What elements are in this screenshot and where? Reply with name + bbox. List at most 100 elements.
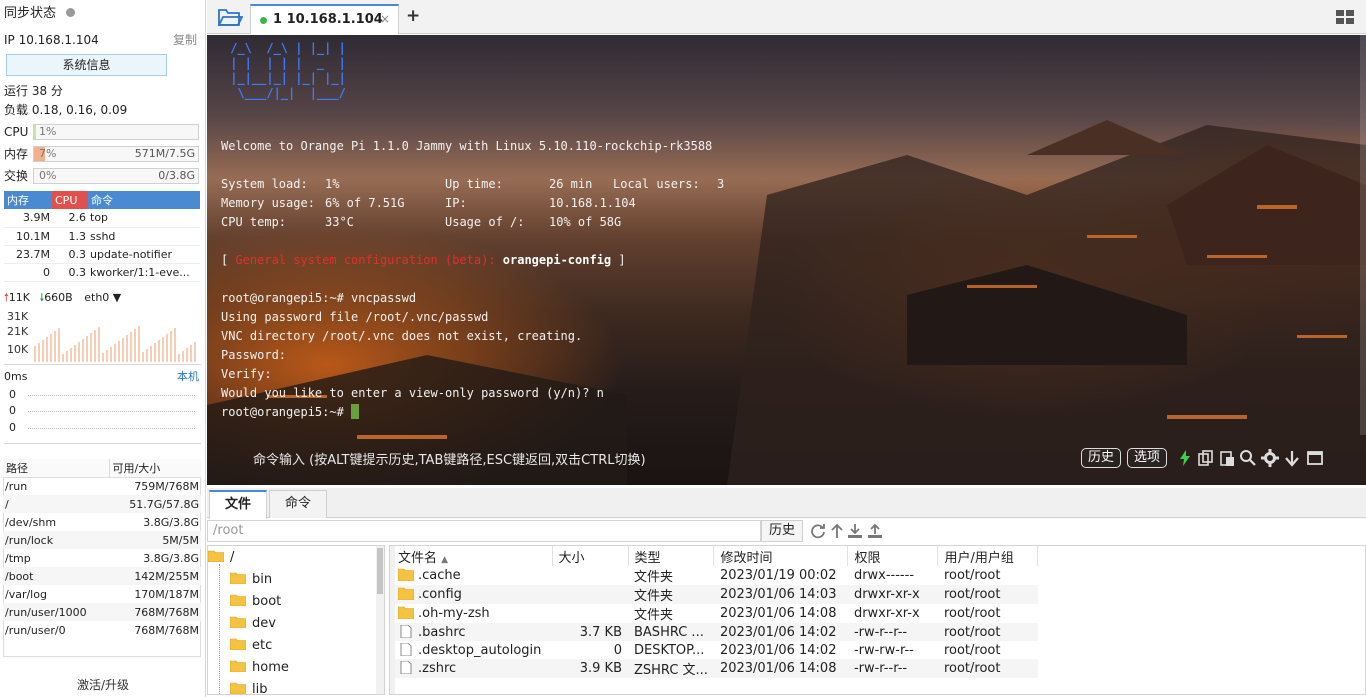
folder-icon: [230, 572, 246, 584]
tree-item[interactable]: /: [208, 548, 234, 568]
uptime-value: 26 min: [549, 177, 593, 191]
table-row[interactable]: /run 759M/768M: [3, 477, 201, 495]
paste-icon[interactable]: [1218, 449, 1236, 467]
copy-ip-link[interactable]: 复制: [173, 31, 197, 49]
tree-item[interactable]: home: [230, 658, 289, 678]
table-row[interactable]: 0 0.3 kworker/1:1-eve...: [4, 263, 200, 282]
path-input[interactable]: /root: [207, 520, 761, 542]
tab-files[interactable]: 文件: [209, 490, 268, 519]
file-type: 文件夹: [628, 585, 714, 604]
swap-meter: 交换 0% 0/3.8G: [4, 168, 199, 184]
gear-icon[interactable]: [1261, 449, 1279, 467]
file-list-scrollbar[interactable]: [390, 546, 395, 694]
col-header-owner[interactable]: 用户/用户组: [937, 546, 1039, 566]
parent-dir-icon[interactable]: [829, 523, 845, 539]
traffic-bar: [62, 354, 64, 362]
col-header-type[interactable]: 类型: [628, 546, 715, 566]
file-mtime: 2023/01/06 14:08: [713, 659, 848, 678]
file-perm: -rw-r--r--: [847, 623, 938, 641]
session-tab[interactable]: 1 10.168.1.104 ×: [250, 4, 399, 34]
add-tab-button[interactable]: +: [406, 6, 420, 26]
tab-commands[interactable]: 命令: [269, 490, 328, 518]
tree-item-label: bin: [252, 572, 273, 587]
traffic-bar: [186, 348, 188, 362]
file-icon: [400, 642, 412, 656]
proc-header-mem[interactable]: 内存: [4, 191, 52, 209]
disk-size: 3.8G/3.8G: [143, 515, 199, 529]
proc-header-cpu[interactable]: CPU: [52, 191, 88, 209]
command-input[interactable]: 命令输入 (按ALT键提示历史,TAB键路径,ESC键返回,双击CTRL切换): [253, 449, 646, 468]
tree-scrollbar[interactable]: [376, 546, 384, 694]
file-owner: root/root: [937, 623, 1038, 641]
file-perm: drwxr-xr-x: [853, 606, 920, 621]
terminal-scrollbar[interactable]: [1360, 35, 1366, 435]
terminal[interactable]: /_\ /_\ | |_| | | | | | | _ | |_|__|_| |…: [207, 35, 1366, 485]
system-info-button[interactable]: 系统信息: [6, 54, 167, 76]
tree-item[interactable]: bin: [230, 570, 272, 590]
table-row[interactable]: /run/user/0 768M/768M: [3, 621, 201, 639]
col-header-mtime[interactable]: 修改时间: [713, 546, 849, 566]
proc-mem: 0: [4, 263, 52, 282]
upload-icon[interactable]: [867, 523, 883, 539]
copy-icon[interactable]: [1197, 449, 1215, 467]
maximize-icon[interactable]: [1306, 449, 1324, 467]
tree-item[interactable]: etc: [230, 636, 272, 656]
cpu-meter-percent: 1%: [39, 125, 57, 138]
close-icon[interactable]: ×: [380, 12, 390, 26]
latency-target-link[interactable]: 本机: [177, 369, 199, 385]
col-header-name[interactable]: 文件名 ▲: [392, 546, 553, 566]
arrow-down-icon[interactable]: [1283, 449, 1301, 467]
history-button[interactable]: 历史: [1081, 448, 1122, 468]
open-folder-icon[interactable]: [217, 6, 243, 28]
memory-meter: 内存 7% 571M/7.5G: [4, 146, 199, 162]
tree-item[interactable]: boot: [230, 592, 281, 612]
tree-item[interactable]: dev: [230, 614, 276, 634]
file-type: ZSHRC 文...: [628, 659, 714, 678]
activate-upgrade-link[interactable]: 激活/升级: [0, 676, 205, 693]
interface-name: eth0: [84, 291, 110, 304]
traffic-bar: [118, 341, 120, 362]
path-history-button[interactable]: 历史: [761, 520, 803, 542]
download-icon[interactable]: [847, 523, 863, 539]
proc-header-cmd[interactable]: 命令: [88, 191, 200, 209]
table-row[interactable]: /51.7G/57.8G: [3, 495, 201, 513]
traffic-bar: [130, 332, 132, 362]
file-row[interactable]: .cache 文件夹 2023/01/19 00:02 drwx------ root/…: [392, 566, 1038, 585]
tree-scroll-thumb[interactable]: [377, 548, 383, 594]
proc-mem: 23.7M: [4, 245, 52, 264]
sysload-value: 1%: [325, 177, 340, 191]
latency-row: 0ms 本机: [4, 369, 199, 385]
file-name-cell: .config: [392, 585, 552, 604]
file-row[interactable]: .config 文件夹 2023/01/06 14:03 drwxr-xr-x root…: [392, 585, 1038, 604]
col-header-perm[interactable]: 权限: [847, 546, 939, 566]
table-row[interactable]: /boot 142M/255M: [3, 567, 201, 585]
options-button[interactable]: 选项: [1127, 448, 1168, 468]
tree-item[interactable]: lib: [230, 680, 267, 694]
search-icon[interactable]: [1239, 449, 1257, 467]
table-row[interactable]: 3.9M 2.6 top: [4, 209, 200, 228]
file-row[interactable]: .zshrc 3.9 KB ZSHRC 文... 2023/01/06 14:08 -r…: [392, 659, 1038, 678]
refresh-icon[interactable]: [810, 523, 826, 539]
table-row[interactable]: /run/user/1000 768M/768M: [3, 603, 201, 621]
layout-grid-icon[interactable]: [1336, 10, 1354, 24]
table-row[interactable]: /var/log 170M/187M: [3, 585, 201, 603]
table-row[interactable]: /tmp 3.8G/3.8G: [3, 549, 201, 567]
table-row[interactable]: /dev/shm 3.8G/3.8G: [3, 513, 201, 531]
prompt-line: root@orangepi5:~#: [221, 403, 724, 422]
file-row[interactable]: .bashrc 3.7 KB BASHRC ... 2023/01/06 14:02-…: [392, 623, 1038, 641]
file-row[interactable]: .oh-my-zsh 文件夹 2023/01/06 14:08 drwxr-xr-x r…: [392, 604, 1038, 623]
table-row[interactable]: 23.7M 0.3 update-notifier: [4, 245, 200, 264]
tree-item-label: dev: [252, 616, 276, 631]
col-header-size[interactable]: 大小: [552, 546, 629, 566]
file-row[interactable]: .desktop_autologin 0 DESKTOP... 2023/01/06 …: [392, 641, 1038, 659]
table-row[interactable]: 10.1M 1.3 sshd: [4, 227, 200, 246]
lightning-icon[interactable]: [1176, 449, 1194, 467]
disk-header-path[interactable]: 路径: [3, 459, 109, 478]
interface-select[interactable]: eth0 ▼: [84, 291, 121, 304]
proc-cmd: sshd: [88, 227, 200, 246]
table-row[interactable]: /run/lock 5M/5M: [3, 531, 201, 549]
folder-icon: [398, 606, 414, 619]
disk-header-size[interactable]: 可用/大小: [108, 459, 201, 478]
traffic-bar: [174, 328, 176, 362]
file-size: [552, 585, 628, 604]
